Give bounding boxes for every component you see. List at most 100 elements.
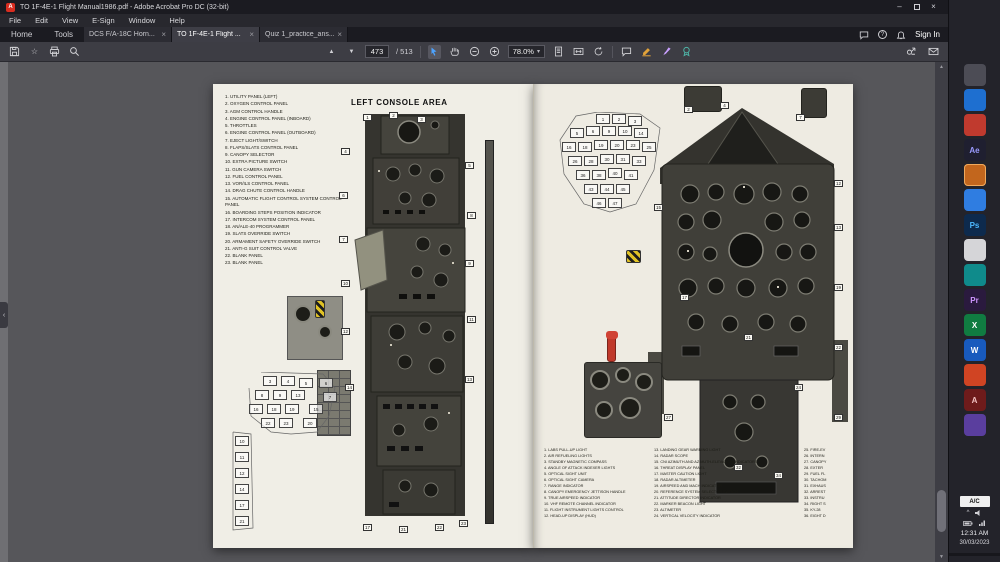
next-page-icon[interactable]: ▼ xyxy=(345,45,358,59)
menu-item[interactable]: Window xyxy=(122,16,163,25)
taskbar-app-icon[interactable]: X xyxy=(963,314,986,336)
taskbar-app-icon[interactable] xyxy=(963,114,986,136)
speaker-icon[interactable] xyxy=(974,509,982,517)
scroll-up-icon[interactable]: ▲ xyxy=(939,64,944,70)
menu-item[interactable]: View xyxy=(55,16,85,25)
legend-item: 21. ATTITUDE DIRECTOR INDICATOR xyxy=(654,496,721,500)
panel-legend-col2: 13. LANDING GEAR WARNING LIGHT 14. RADAR … xyxy=(654,448,800,520)
menu-item[interactable]: E-Sign xyxy=(85,16,122,25)
left-console-photo xyxy=(353,112,481,520)
network-icon[interactable] xyxy=(978,519,986,527)
gauge-dial xyxy=(595,401,613,419)
feedback-bubble-icon[interactable] xyxy=(859,30,869,40)
sign-in-button[interactable]: Sign In xyxy=(915,30,940,39)
taskbar-app-icon[interactable] xyxy=(963,189,986,211)
schematic-callout-box: 21 xyxy=(235,516,249,526)
legend-item: 14. DRAG CHUTE CONTROL HANDLE xyxy=(225,188,305,194)
callout-number: 10 xyxy=(341,280,350,287)
schematic-callout-box: 16 xyxy=(562,142,576,152)
legend-item: 18. AN/ALE-40 PROGRAMMER xyxy=(225,224,290,229)
favorite-star-icon[interactable]: ☆ xyxy=(28,45,41,59)
page-number-input[interactable]: 473 xyxy=(365,45,389,58)
legend-item: 10. EXTRA PICTURE SWITCH xyxy=(225,159,288,165)
legend-item: 28. EXTER xyxy=(804,466,823,470)
document-tab-active[interactable]: TO 1F-4E-1 Flight ... × xyxy=(172,27,261,42)
taskbar-app-icon[interactable]: A xyxy=(963,389,986,411)
document-workspace: ‹ 1. UTILITY PANEL (LEFT) 2. OXYGEN CONTR… xyxy=(0,62,948,562)
gauge-dial xyxy=(619,397,641,419)
legend-item: 4. ENGINE CONTROL PANEL (INBOARD) xyxy=(225,115,311,121)
console-schematic-drawing: 3 4 5 6 7 8 9 13 15 16 18 19 20 22 23 10 11 12 14 17 21 xyxy=(227,372,345,534)
sign-pen-icon[interactable] xyxy=(660,45,673,59)
taskbar-app-icon[interactable] xyxy=(963,364,986,386)
select-tool-icon[interactable] xyxy=(427,44,441,59)
rotate-view-icon[interactable] xyxy=(592,45,605,59)
battery-icon[interactable] xyxy=(963,520,973,527)
taskbar-app-icon[interactable] xyxy=(963,64,986,86)
taskbar-app-icon[interactable] xyxy=(963,264,986,286)
search-icon[interactable] xyxy=(68,45,81,59)
menu-item[interactable]: File xyxy=(2,16,28,25)
print-icon[interactable] xyxy=(48,45,61,59)
vertical-scrollbar[interactable]: ▲ ▼ xyxy=(935,62,948,562)
close-button[interactable]: × xyxy=(925,0,942,14)
legend-item: 1. LABS PULL-UP LIGHT xyxy=(544,448,588,452)
legend-item: 13. VOR/ILS CONTROL PANEL xyxy=(225,181,290,186)
share-icon[interactable] xyxy=(905,45,918,59)
hidden-icons-caret[interactable]: ^ xyxy=(967,510,970,516)
minimize-button[interactable]: – xyxy=(891,0,908,14)
close-tab-icon[interactable]: × xyxy=(161,30,166,39)
menu-item[interactable]: Edit xyxy=(28,16,55,25)
fit-width-icon[interactable] xyxy=(572,45,585,59)
comment-bubble-icon[interactable] xyxy=(620,45,633,59)
zoom-out-icon[interactable] xyxy=(468,45,481,59)
close-tab-icon[interactable]: × xyxy=(249,30,254,39)
stamp-badge-icon[interactable] xyxy=(680,45,693,59)
hand-tool-icon[interactable] xyxy=(448,45,461,59)
legend-item: 31. EXHAUS xyxy=(804,484,826,488)
maximize-icon xyxy=(913,4,920,10)
taskbar-app-icon[interactable]: Pr xyxy=(963,289,986,311)
schematic-callout-box: 2 xyxy=(612,114,626,124)
notifications-bell-icon[interactable] xyxy=(896,30,906,40)
previous-page-icon[interactable]: ▲ xyxy=(325,45,338,59)
system-tray: A/C ^ 12:31 AM 30/03/2023 xyxy=(948,496,1000,562)
schematic-callout-box: 16 xyxy=(249,404,263,414)
document-tab[interactable]: Quiz 1_practice_ans... × xyxy=(260,27,349,42)
document-tab[interactable]: DCS F/A-18C Horn... × xyxy=(84,27,173,42)
navigation-pane-toggle[interactable]: ‹ xyxy=(0,302,8,328)
taskbar-app-icon[interactable] xyxy=(963,89,986,111)
legend-item: 26. INTERN xyxy=(804,454,825,458)
close-tab-icon[interactable]: × xyxy=(337,30,342,39)
taskbar-clock[interactable]: 12:31 AM 30/03/2023 xyxy=(959,529,989,548)
tray-status-badge[interactable]: A/C xyxy=(959,496,990,508)
tab-home[interactable]: Home xyxy=(0,27,43,42)
legend-item: 16. BOARDING STEPS POSITION INDICATOR xyxy=(225,209,321,215)
taskbar-app-icon[interactable] xyxy=(963,414,986,436)
schematic-callout-box: 8 xyxy=(255,390,269,400)
legend-item: 12. FUEL CONTROL PANEL xyxy=(225,173,283,179)
legend-item: 23. BLANK PANEL xyxy=(225,260,263,266)
menu-item[interactable]: Help xyxy=(162,16,191,25)
schematic-callout-box: 14 xyxy=(235,484,249,494)
help-icon[interactable]: ? xyxy=(878,30,888,39)
show-desktop-button[interactable] xyxy=(948,553,1000,556)
schematic-callout-box: 5 xyxy=(570,128,584,138)
maximize-button[interactable] xyxy=(908,0,925,14)
zoom-level-dropdown[interactable]: 78.0% ▾ xyxy=(507,45,545,58)
send-email-icon[interactable] xyxy=(927,45,940,59)
scrollbar-thumb[interactable] xyxy=(937,490,946,532)
schematic-callout-box: 9 xyxy=(273,390,287,400)
save-icon[interactable] xyxy=(8,45,21,59)
taskbar-app-icon[interactable] xyxy=(963,239,986,261)
taskbar-app-icon[interactable] xyxy=(963,164,986,186)
taskbar-app-icon[interactable]: Ps xyxy=(963,214,986,236)
tab-tools[interactable]: Tools xyxy=(43,27,84,42)
scroll-down-icon[interactable]: ▼ xyxy=(939,554,944,560)
highlighter-icon[interactable] xyxy=(640,45,653,59)
zoom-in-icon[interactable] xyxy=(488,45,501,59)
fit-page-icon[interactable] xyxy=(552,45,565,59)
taskbar-app-icon[interactable]: Ae xyxy=(963,139,986,161)
callout-number: 22 xyxy=(435,524,444,531)
taskbar-app-icon[interactable]: W xyxy=(963,339,986,361)
